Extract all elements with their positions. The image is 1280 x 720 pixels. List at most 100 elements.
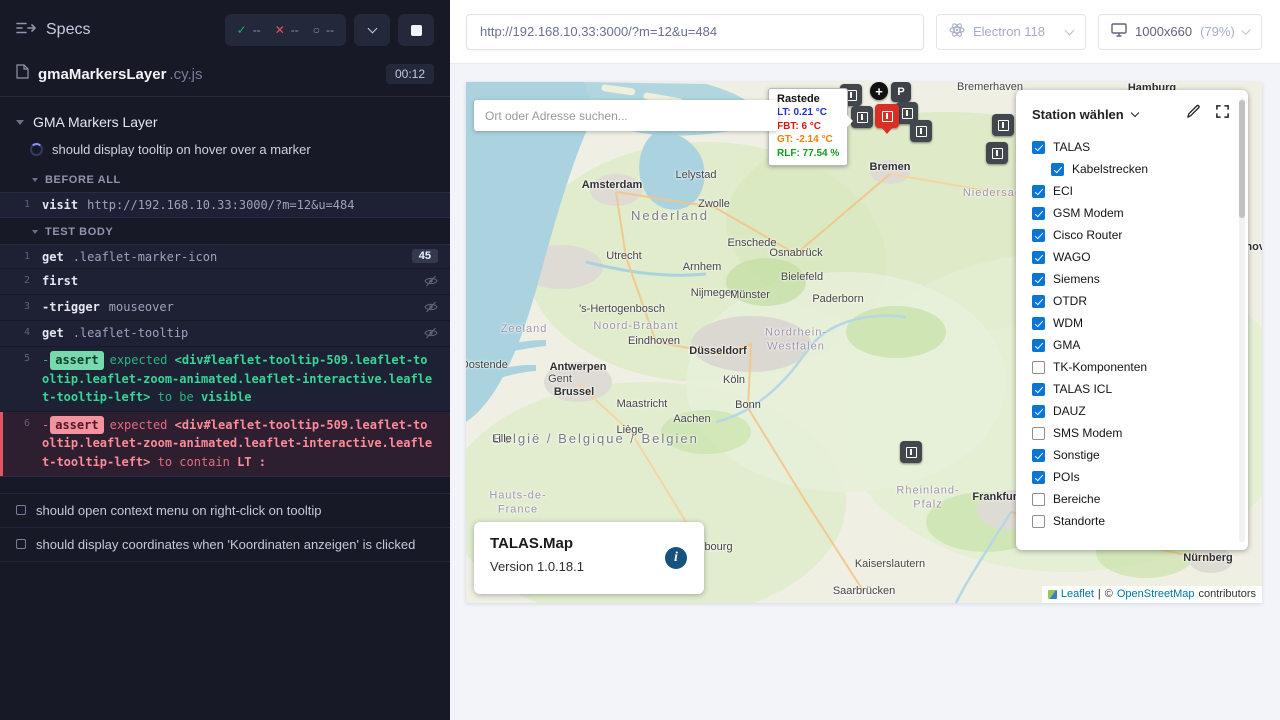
specs-list-icon [16,21,36,40]
expand-fullscreen-icon[interactable] [1215,104,1230,124]
layer-checkbox-item[interactable]: WDM [1032,312,1230,334]
station-marker[interactable] [851,106,873,128]
checkbox-label: Bereiche [1053,492,1100,506]
station-select-dropdown[interactable]: Station wählen [1032,107,1138,122]
layer-checkbox-item[interactable]: WAGO [1032,246,1230,268]
command-row[interactable]: 5-assertexpected <div#leaflet-tooltip-50… [0,347,450,412]
checkbox[interactable] [1032,427,1045,440]
pending-test-row[interactable]: should display coordinates when 'Koordin… [0,527,450,562]
selected-station-marker[interactable] [875,104,899,128]
checkbox[interactable] [1032,229,1045,242]
layer-checkbox-item[interactable]: TALAS [1032,136,1230,158]
panel-scrollbar[interactable] [1239,98,1245,542]
command-row[interactable]: 4get.leaflet-tooltip [0,321,450,347]
app-info-card: TALAS.Map Version 1.0.18.1 i [474,522,704,594]
command-row[interactable]: 1get.leaflet-marker-icon45 [0,245,450,269]
electron-browser-icon [949,22,965,41]
test-body-commands: 1get.leaflet-marker-icon452first3-trigge… [0,244,450,477]
layer-checkbox-item[interactable]: TALAS ICL [1032,378,1230,400]
pending-test-row[interactable]: should open context menu on right-click … [0,493,450,527]
command-row[interactable]: 6-assertexpected <div#leaflet-tooltip-50… [0,412,450,476]
checkbox[interactable] [1032,141,1045,154]
layer-checkbox-item[interactable]: Sonstige [1032,444,1230,466]
station-marker[interactable] [910,120,932,142]
layer-checkbox-item[interactable]: Siemens [1032,268,1230,290]
checkbox[interactable] [1032,295,1045,308]
layer-checkbox-item[interactable]: Cisco Router [1032,224,1230,246]
leaflet-map[interactable]: HamburgBremerhavenGroningenLeeuwardenBre… [466,82,1262,603]
checkbox-label: WDM [1053,316,1083,330]
station-checkbox-list: TALASKabelstreckenECIGSM ModemCisco Rout… [1032,136,1230,532]
layer-checkbox-item[interactable]: TK-Komponenten [1032,356,1230,378]
map-place-label: Nederland [631,208,709,224]
checkbox[interactable] [1032,361,1045,374]
scrollbar-thumb[interactable] [1239,100,1245,218]
suite-title: GMA Markers Layer [33,114,157,130]
checkbox[interactable] [1032,207,1045,220]
collapse-caret-icon [32,178,38,182]
map-place-label: Kaiserslautern [855,558,925,572]
checkbox[interactable] [1032,493,1045,506]
checkbox[interactable] [1032,273,1045,286]
station-cabinet-icon [857,112,868,123]
checkbox[interactable] [1032,471,1045,484]
checkbox[interactable] [1032,383,1045,396]
checkbox[interactable] [1032,185,1045,198]
layer-checkbox-item[interactable]: OTDR [1032,290,1230,312]
command-row[interactable]: 3-triggermouseover [0,295,450,321]
edit-pencil-icon[interactable] [1186,104,1201,124]
layer-checkbox-item[interactable]: SMS Modem [1032,422,1230,444]
layer-checkbox-item[interactable]: GSM Modem [1032,202,1230,224]
checkbox-label: SMS Modem [1053,426,1122,440]
checkbox[interactable] [1032,405,1045,418]
url-bar[interactable]: http://192.168.10.33:3000/?m=12&u=484 [466,14,924,50]
map-place-label: Köln [723,374,745,388]
test-body-hook-header[interactable]: TEST BODY [0,218,450,244]
specs-menu[interactable]: Specs [16,21,90,40]
checkbox[interactable] [1051,163,1064,176]
spec-file-row[interactable]: gmaMarkersLayer .cy.js 00:12 [0,60,450,96]
layer-checkbox-item[interactable]: ECI [1032,180,1230,202]
station-cabinet-icon [992,148,1003,159]
layer-checkbox-item[interactable]: POIs [1032,466,1230,488]
station-marker[interactable] [986,142,1008,164]
hidden-element-icon [424,273,438,290]
layer-checkbox-item[interactable]: Kabelstrecken [1032,158,1230,180]
panel-toolbar [1186,104,1230,124]
search-input[interactable] [485,109,767,123]
before-all-hook-header[interactable]: BEFORE ALL [0,166,450,192]
stop-run-button[interactable] [398,14,434,46]
leaflet-logo-icon [1048,590,1057,599]
layer-checkbox-item[interactable]: Bereiche [1032,488,1230,510]
leaflet-link[interactable]: Leaflet [1061,588,1094,600]
checkbox[interactable] [1032,317,1045,330]
viewport-monitor-icon [1111,23,1127,40]
viewport-select[interactable]: 1000x660 (79%) [1098,14,1262,50]
station-marker[interactable] [992,114,1014,136]
openstreetmap-link[interactable]: OpenStreetMap [1117,588,1195,600]
cluster-plus-marker[interactable]: + [870,82,888,100]
command-row[interactable]: 1visithttp://192.168.10.33:3000/?m=12&u=… [0,193,450,217]
attribution-suffix: contributors [1199,588,1256,600]
parking-marker[interactable]: P [891,82,911,102]
layer-checkbox-item[interactable]: Standorte [1032,510,1230,532]
station-marker[interactable] [900,441,922,463]
info-icon[interactable]: i [665,547,687,569]
running-test-row[interactable]: should display tooltip on hover over a m… [0,137,450,166]
failed-icon: ✕ [275,23,285,37]
checkbox[interactable] [1032,515,1045,528]
checkbox[interactable] [1032,339,1045,352]
station-cabinet-icon [916,126,927,137]
aut-stage: http://192.168.10.33:3000/?m=12&u=484 El… [450,0,1280,720]
layer-checkbox-item[interactable]: GMA [1032,334,1230,356]
checkbox[interactable] [1032,251,1045,264]
checkbox[interactable] [1032,449,1045,462]
command-row[interactable]: 2first [0,269,450,295]
map-place-label: Maastricht [617,398,668,412]
layer-checkbox-item[interactable]: DAUZ [1032,400,1230,422]
browser-select[interactable]: Electron 118 [936,14,1086,50]
assert-text: to be [150,390,201,404]
collapse-reporter-button[interactable] [354,14,390,46]
specs-title: Specs [46,21,90,39]
suite-gma-markers-layer[interactable]: GMA Markers Layer [0,109,450,137]
